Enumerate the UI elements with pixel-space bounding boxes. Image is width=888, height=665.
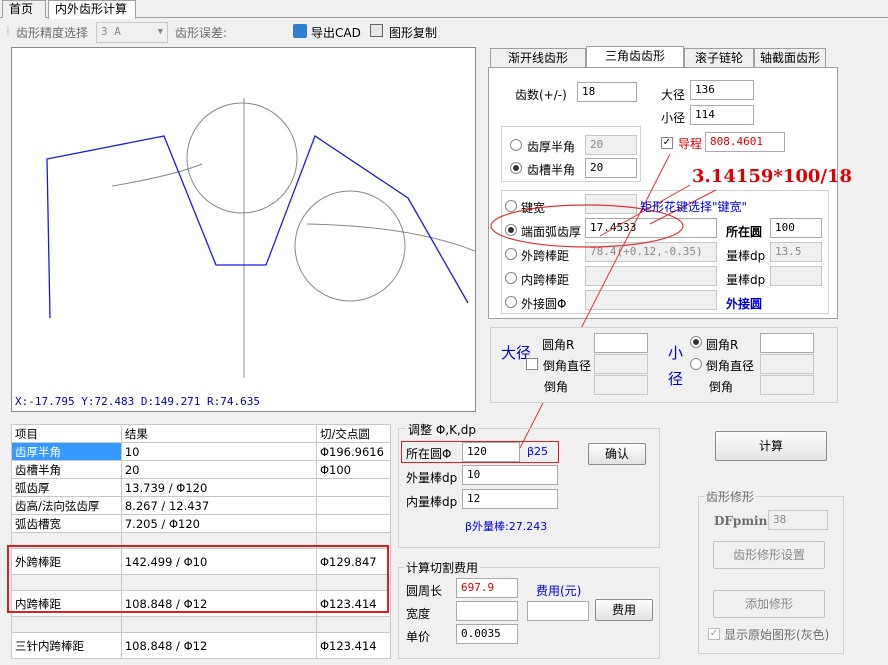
big-chamfer-dia-label: 倒角直径 [543, 359, 592, 373]
hint-annotation: 矩形花键选择"键宽" [640, 200, 748, 214]
small-chamfer-radio[interactable] [690, 358, 702, 370]
small-dia-vertical-label: 小径 [668, 344, 684, 388]
small-chamfer-dia-input[interactable] [760, 354, 814, 374]
header-item: 项目 [11, 424, 122, 443]
dfpmin-label: DFpmin [714, 514, 768, 528]
big-chamfer-dia-input[interactable] [594, 354, 648, 374]
cost-title: 计算切割费用 [404, 559, 481, 576]
modify-settings-button[interactable]: 齿形修形设置 [713, 541, 825, 569]
circumference-input[interactable]: 697.9 [456, 578, 518, 598]
cell: 10 [120, 442, 318, 461]
small-chamfer-input[interactable] [760, 375, 814, 395]
formula-annotation: 3.14159*100/18 [692, 166, 853, 187]
outer-pin-label: 外量棒dp [406, 471, 458, 485]
adjust-beta: β25 [527, 445, 549, 458]
outer-pin-input[interactable]: 10 [462, 465, 558, 485]
cell: 齿高/法向弦齿厚 [11, 496, 122, 515]
cell: Φ123.414 [316, 632, 391, 659]
cost-button[interactable]: 费用 [595, 599, 653, 621]
add-modify-button[interactable]: 添加修形 [713, 590, 825, 618]
adjust-circle-input[interactable]: 120 [462, 442, 520, 462]
header-result: 结果 [120, 424, 318, 443]
cell [120, 616, 318, 633]
header-circle: 切/交点圆 [316, 424, 391, 443]
cell: 13.739 / Φ120 [120, 478, 318, 497]
small-radius-radio[interactable] [690, 336, 702, 348]
small-chamfer-dia-label: 倒角直径 [706, 359, 755, 373]
circumference-label: 圆周长 [406, 584, 443, 598]
cell: 108.848 / Φ12 [120, 632, 318, 659]
big-radius-input[interactable] [594, 333, 648, 353]
table-row[interactable]: 齿槽半角 20 Φ100 [11, 460, 391, 479]
highlight-box [7, 545, 389, 613]
adjust-title: 调整 Φ,K,dp [406, 421, 478, 438]
confirm-button[interactable]: 确认 [588, 443, 646, 465]
calculate-button[interactable]: 计算 [715, 431, 827, 461]
table-header: 项目 结果 切/交点圆 [11, 424, 391, 443]
cell: 8.267 / 12.437 [120, 496, 318, 515]
inner-pin-input[interactable]: 12 [462, 489, 558, 509]
small-radius-label: 圆角R [706, 338, 739, 352]
dfpmin-input[interactable]: 38 [768, 510, 828, 530]
cell [316, 616, 391, 633]
cell [11, 616, 122, 633]
show-original-checkbox[interactable]: ✓ [708, 628, 720, 640]
price-label: 单价 [406, 630, 431, 644]
table-row[interactable]: 齿厚半角 10 Φ196.9616 [11, 442, 391, 461]
big-chamfer-checkbox[interactable] [526, 358, 538, 370]
cell: 齿厚半角 [11, 442, 122, 461]
table-row[interactable]: 弧齿槽宽 7.205 / Φ120 [11, 514, 391, 533]
big-chamfer-input[interactable] [594, 375, 648, 395]
cell [316, 478, 391, 497]
table-row[interactable]: 三针内跨棒距 108.848 / Φ12 Φ123.414 [11, 632, 391, 659]
cell [316, 514, 391, 533]
cell: 7.205 / Φ120 [120, 514, 318, 533]
adjust-circle-label: 所在圆Φ [406, 447, 452, 461]
cost-label: 费用(元) [536, 584, 582, 598]
width-input[interactable] [456, 601, 518, 621]
cell: 弧齿厚 [11, 478, 122, 497]
width-label: 宽度 [406, 607, 431, 621]
small-chamfer-label: 倒角 [709, 380, 734, 394]
show-original-label: 显示原始图形(灰色) [724, 628, 830, 642]
cell: 齿槽半角 [11, 460, 122, 479]
price-input[interactable]: 0.0035 [456, 624, 518, 644]
cell: 弧齿槽宽 [11, 514, 122, 533]
cell: 20 [120, 460, 318, 479]
table-row[interactable]: 弧齿厚 13.739 / Φ120 [11, 478, 391, 497]
small-radius-input[interactable] [760, 333, 814, 353]
cell: Φ196.9616 [316, 442, 391, 461]
cell: 三针内跨棒距 [11, 632, 122, 659]
results-table: 项目 结果 切/交点圆 齿厚半角 10 Φ196.9616 齿槽半角 20 Φ1… [11, 424, 391, 659]
cell: Φ100 [316, 460, 391, 479]
table-row[interactable]: 齿高/法向弦齿厚 8.267 / 12.437 [11, 496, 391, 515]
big-chamfer-label: 倒角 [544, 380, 569, 394]
big-dia-vertical-label: 大径 [501, 344, 532, 362]
inner-pin-label: 内量棒dp [406, 495, 458, 509]
cost-value-input[interactable] [527, 601, 589, 621]
tooth-modify-title: 齿形修形 [704, 488, 757, 505]
beta-outer-label: β外量棒:27.243 [465, 520, 548, 533]
table-row [11, 616, 391, 633]
big-radius-label: 圆角R [542, 338, 575, 352]
cell [316, 496, 391, 515]
